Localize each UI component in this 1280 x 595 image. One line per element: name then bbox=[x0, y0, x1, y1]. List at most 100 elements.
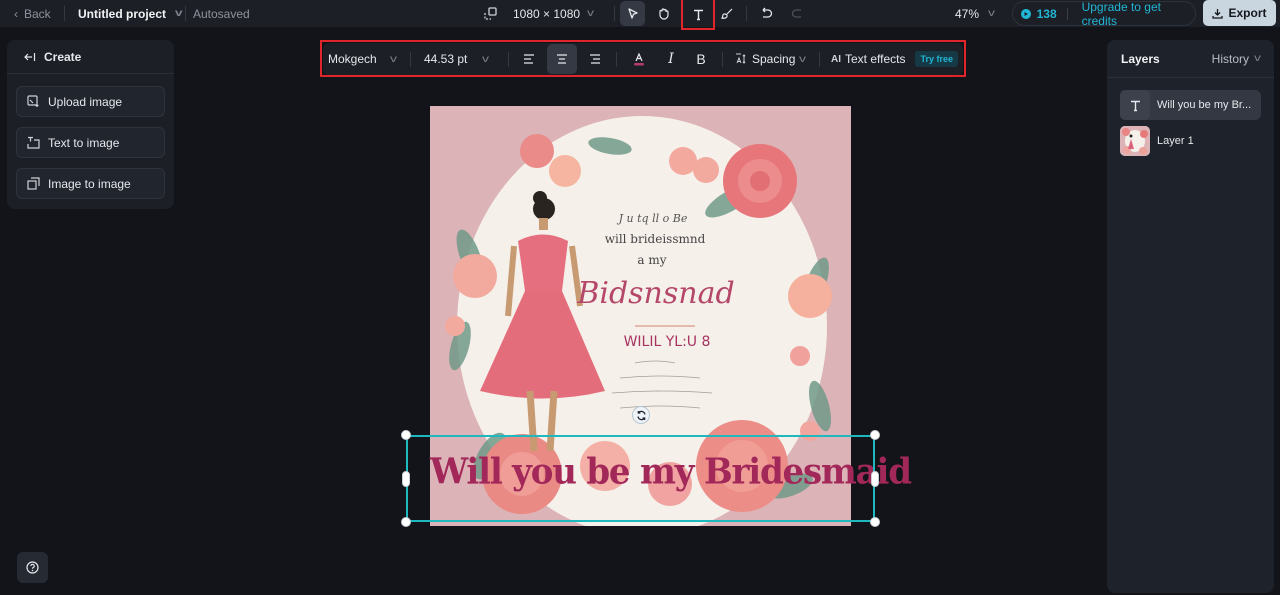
resize-handle-right[interactable] bbox=[871, 471, 879, 487]
layers-tab[interactable]: Layers bbox=[1121, 52, 1160, 66]
layer-item-text[interactable]: Will you be my Br... bbox=[1120, 90, 1261, 120]
project-title: Untitled project bbox=[78, 6, 167, 21]
upload-image-button[interactable]: Upload image bbox=[16, 86, 165, 117]
collapse-left-icon bbox=[24, 52, 36, 61]
chevron-left-icon: ‹ bbox=[14, 6, 18, 21]
image-text-caps: WILIL YL:U 8 bbox=[624, 334, 711, 350]
divider bbox=[508, 52, 509, 67]
chevron-down-icon: v bbox=[1254, 53, 1261, 64]
hand-icon bbox=[659, 8, 669, 20]
brush-tool-button[interactable] bbox=[715, 1, 740, 26]
align-center-button[interactable] bbox=[547, 44, 577, 74]
history-dropdown[interactable]: History v bbox=[1212, 52, 1261, 66]
upgrade-link[interactable]: Upgrade to get credits bbox=[1082, 0, 1195, 28]
chevron-down-icon: v bbox=[482, 53, 490, 65]
image-text-line1: J u tq ll o Be bbox=[617, 212, 688, 225]
selection-box bbox=[406, 435, 875, 522]
resize-handle-top-left[interactable] bbox=[401, 430, 411, 440]
resize-canvas-icon[interactable] bbox=[484, 0, 498, 27]
text-to-image-icon bbox=[27, 136, 40, 149]
image-layer-thumbnail bbox=[1120, 126, 1150, 156]
panel-title: Create bbox=[44, 49, 82, 64]
project-title-dropdown[interactable]: Untitled project v bbox=[78, 0, 183, 27]
bold-icon: B bbox=[696, 51, 706, 67]
align-center-icon bbox=[557, 54, 567, 64]
hand-tool-button[interactable] bbox=[651, 1, 676, 26]
top-bar: ‹ Back Untitled project v Autosaved 1080… bbox=[0, 0, 1280, 30]
text-color-button[interactable] bbox=[624, 44, 654, 74]
try-free-badge: Try free bbox=[915, 51, 959, 67]
text-effects-button[interactable]: AI Text effects Try free bbox=[831, 43, 959, 75]
divider bbox=[722, 52, 723, 67]
chevron-down-icon: v bbox=[174, 8, 183, 19]
align-right-icon bbox=[590, 54, 600, 64]
divider bbox=[64, 6, 65, 21]
layers-panel: Layers History v Will you be my Br... La… bbox=[1107, 40, 1274, 593]
image-to-image-icon bbox=[27, 177, 40, 190]
chevron-down-icon: v bbox=[587, 8, 595, 19]
spacing-icon bbox=[736, 53, 746, 64]
divider bbox=[746, 6, 747, 21]
layer-name: Will you be my Br... bbox=[1157, 99, 1252, 111]
spacing-dropdown[interactable]: Spacing v bbox=[735, 43, 807, 75]
text-icon bbox=[693, 9, 703, 20]
layer-name: Layer 1 bbox=[1157, 135, 1194, 147]
image-text-script: Bidsnsnad bbox=[576, 276, 734, 311]
canvas-size-dropdown[interactable]: 1080 × 1080 v bbox=[513, 0, 595, 27]
redo-button[interactable] bbox=[785, 1, 810, 26]
create-panel: Create Upload image Text to image Image … bbox=[7, 40, 174, 209]
rotate-icon bbox=[636, 410, 646, 420]
create-panel-header[interactable]: Create bbox=[7, 40, 174, 74]
font-size-dropdown[interactable]: 44.53 pt v bbox=[424, 43, 490, 75]
align-left-icon bbox=[524, 54, 534, 64]
credits-pill[interactable]: 138 Upgrade to get credits bbox=[1012, 0, 1196, 28]
undo-button[interactable] bbox=[754, 1, 779, 26]
text-tool-button[interactable] bbox=[681, 0, 715, 30]
bold-button[interactable]: B bbox=[686, 44, 716, 74]
redo-icon bbox=[791, 9, 801, 18]
select-tool-button[interactable] bbox=[620, 1, 645, 26]
resize-handle-bottom-right[interactable] bbox=[870, 517, 880, 527]
brush-icon bbox=[721, 8, 733, 19]
credits-icon bbox=[1021, 8, 1031, 19]
zoom-level: 47% bbox=[955, 6, 980, 21]
divider bbox=[614, 6, 615, 21]
rotate-handle[interactable] bbox=[632, 406, 650, 424]
ai-icon: AI bbox=[831, 53, 841, 65]
credits-count: 138 bbox=[1036, 6, 1057, 21]
download-icon bbox=[1212, 8, 1224, 19]
zoom-dropdown[interactable]: 47% v bbox=[955, 0, 995, 27]
text-to-image-button[interactable]: Text to image bbox=[16, 127, 165, 158]
divider bbox=[185, 6, 186, 21]
help-button[interactable] bbox=[17, 552, 48, 583]
resize-handle-left[interactable] bbox=[402, 471, 410, 487]
align-right-button[interactable] bbox=[580, 44, 610, 74]
font-size-value: 44.53 pt bbox=[424, 52, 468, 66]
image-text-line2: will brideissmnd bbox=[605, 232, 706, 246]
layer-item-image[interactable]: Layer 1 bbox=[1120, 126, 1261, 156]
upload-image-icon bbox=[27, 95, 39, 107]
export-button[interactable]: Export bbox=[1203, 0, 1276, 26]
text-format-toolbar: Mokgech v 44.53 pt v I B Spacing v AI Te… bbox=[320, 40, 966, 77]
divider bbox=[819, 52, 820, 67]
text-color-icon bbox=[634, 52, 644, 66]
save-status: Autosaved bbox=[193, 6, 250, 21]
font-family-dropdown[interactable]: Mokgech v bbox=[328, 43, 397, 75]
font-family-value: Mokgech bbox=[328, 52, 377, 66]
align-left-button[interactable] bbox=[514, 44, 544, 74]
italic-button[interactable]: I bbox=[656, 44, 686, 74]
cursor-icon bbox=[627, 7, 638, 19]
divider bbox=[410, 52, 411, 67]
chevron-down-icon: v bbox=[389, 53, 397, 65]
image-to-image-button[interactable]: Image to image bbox=[16, 168, 165, 199]
canvas-size-value: 1080 × 1080 bbox=[513, 6, 581, 21]
resize-handle-bottom-left[interactable] bbox=[401, 517, 411, 527]
back-button[interactable]: ‹ Back bbox=[14, 0, 51, 27]
chevron-down-icon: v bbox=[799, 53, 807, 65]
divider bbox=[616, 52, 617, 67]
text-layer-icon bbox=[1120, 90, 1150, 120]
divider bbox=[1066, 7, 1068, 20]
help-icon bbox=[26, 561, 39, 574]
resize-handle-top-right[interactable] bbox=[870, 430, 880, 440]
italic-icon: I bbox=[668, 51, 674, 67]
